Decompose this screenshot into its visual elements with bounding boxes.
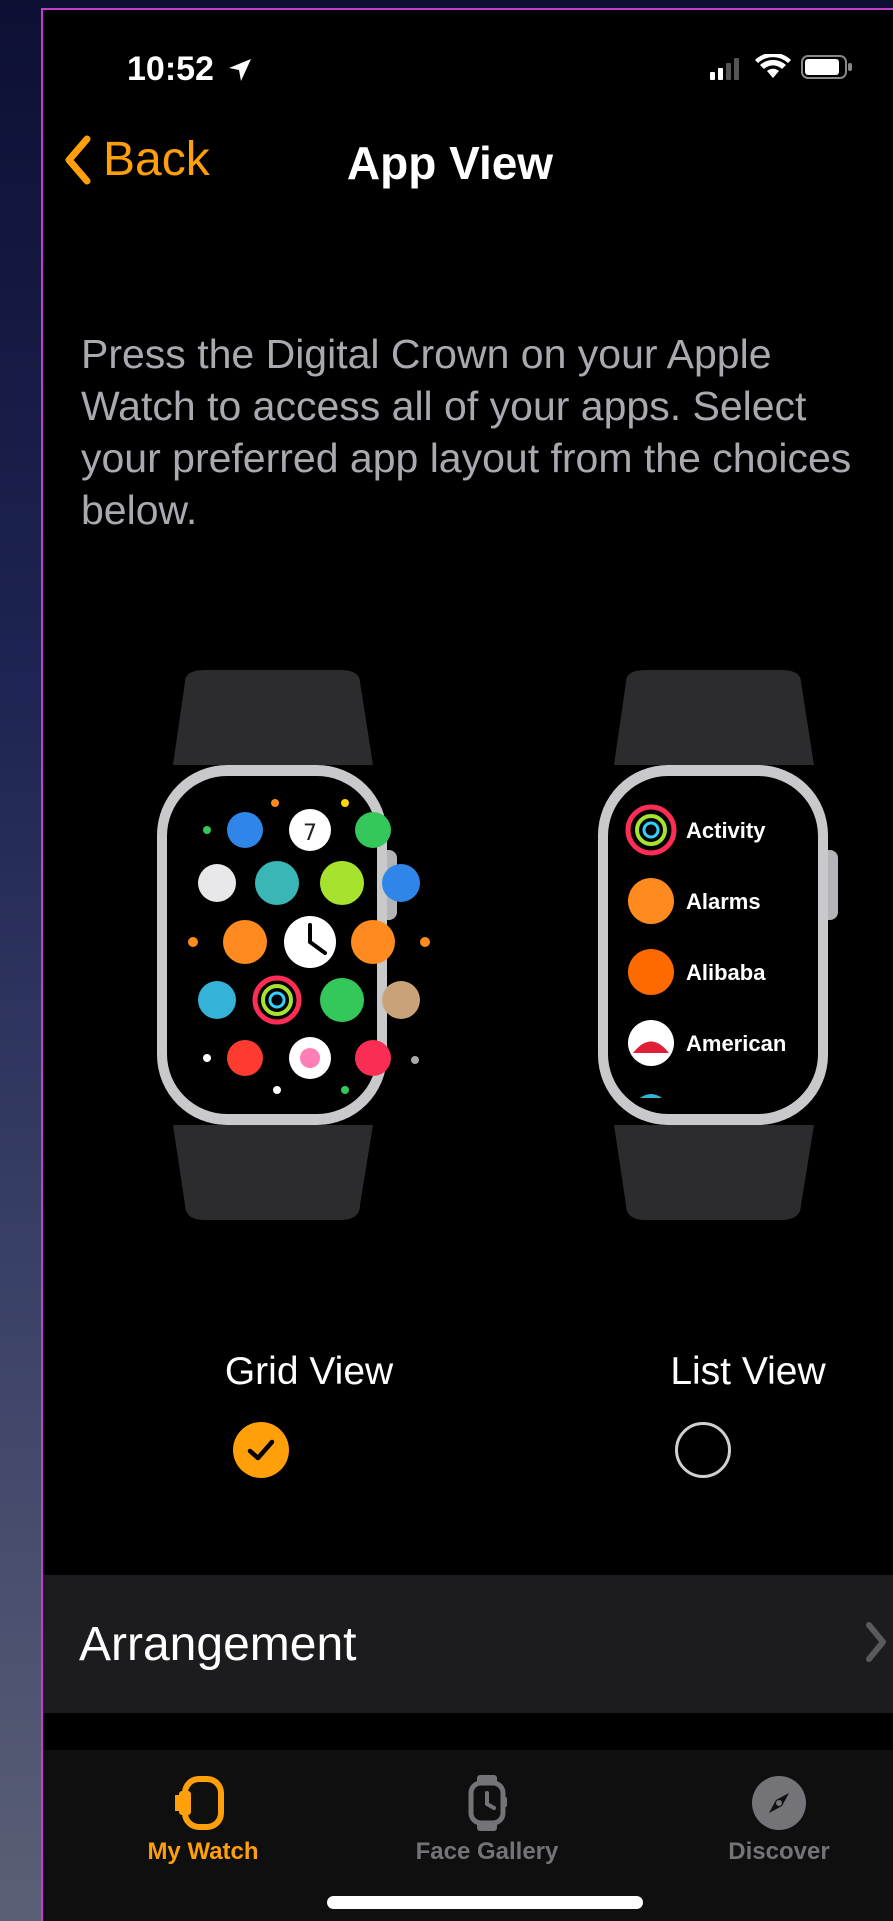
watch-icon bbox=[175, 1776, 224, 1830]
arrangement-row[interactable]: Arrangement bbox=[43, 1575, 893, 1713]
chevron-right-icon bbox=[866, 1622, 886, 1662]
tab-my-watch-label: My Watch bbox=[147, 1838, 259, 1865]
grid-view-label[interactable]: Grid View bbox=[159, 1350, 459, 1394]
watch-face-icon bbox=[468, 1775, 507, 1831]
description-text: Press the Digital Crown on your Apple Wa… bbox=[81, 331, 852, 533]
svg-text:7: 7 bbox=[303, 821, 317, 846]
grid-view-radio-selected[interactable] bbox=[233, 1422, 289, 1478]
grid-view-preview[interactable]: 7 bbox=[115, 670, 445, 1220]
compass-icon bbox=[752, 1776, 806, 1830]
list-view-preview[interactable]: Activity Alarms Alibaba American bbox=[556, 670, 886, 1220]
battery-icon bbox=[801, 55, 852, 79]
tab-my-watch[interactable]: My Watch bbox=[83, 1768, 323, 1866]
list-view-radio[interactable] bbox=[675, 1422, 731, 1478]
checkmark-icon bbox=[247, 1439, 275, 1461]
location-arrow-icon bbox=[229, 59, 252, 81]
wifi-icon bbox=[754, 52, 791, 78]
page-title: App View bbox=[346, 137, 554, 189]
tab-face-gallery-label: Face Gallery bbox=[415, 1838, 559, 1865]
list-app-activity: Activity bbox=[686, 818, 766, 843]
status-indicators bbox=[710, 52, 853, 85]
tab-discover[interactable]: Discover bbox=[659, 1768, 893, 1866]
phone-screen: 10:52 Back App View Press the Digital Cr… bbox=[41, 8, 893, 1921]
arrangement-label: Arrangement bbox=[79, 1618, 357, 1671]
status-time-text: 10:52 bbox=[127, 50, 214, 88]
list-view-label[interactable]: List View bbox=[598, 1350, 893, 1394]
cellular-signal-icon bbox=[710, 58, 740, 80]
home-indicator[interactable] bbox=[327, 1896, 643, 1909]
tab-discover-label: Discover bbox=[728, 1838, 830, 1865]
list-app-alibaba: Alibaba bbox=[686, 960, 766, 985]
list-app-american: American bbox=[686, 1031, 786, 1056]
status-time: 10:52 bbox=[127, 50, 253, 89]
tab-face-gallery[interactable]: Face Gallery bbox=[367, 1768, 607, 1866]
list-app-alarms: Alarms bbox=[686, 889, 761, 914]
